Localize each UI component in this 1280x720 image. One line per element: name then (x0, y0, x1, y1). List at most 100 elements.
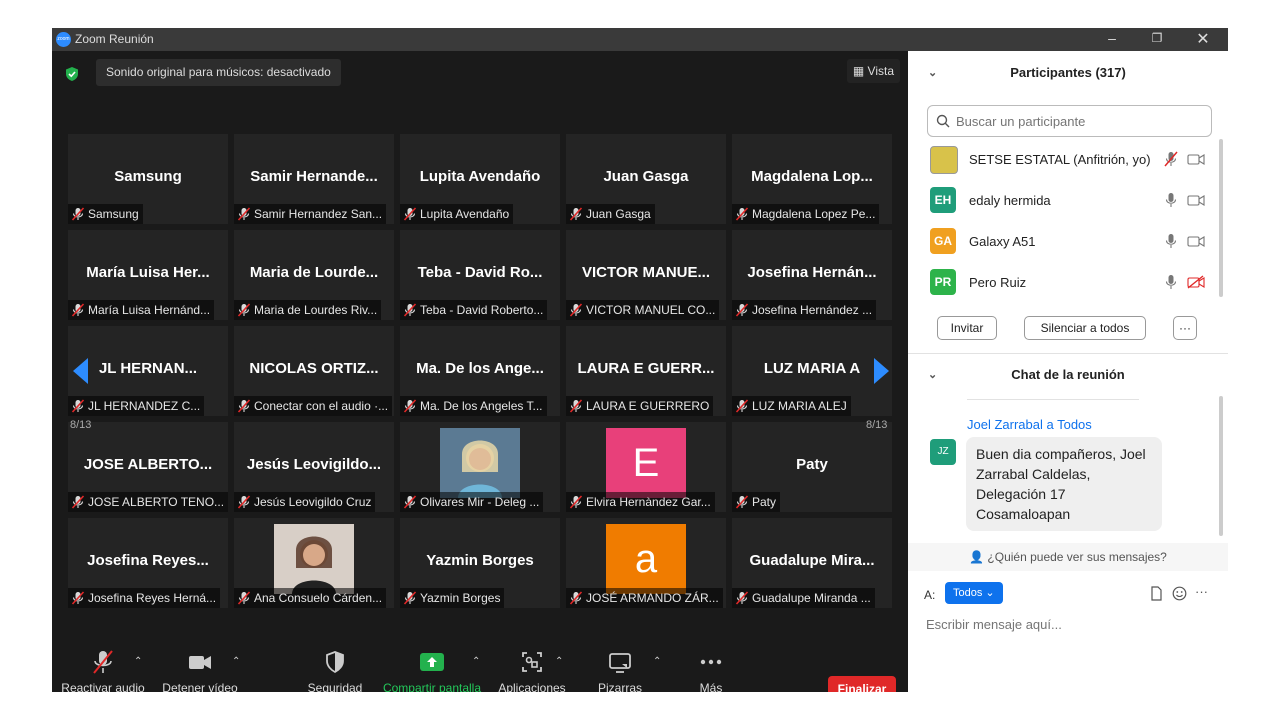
muted-mic-icon (569, 303, 583, 317)
participant-tile[interactable]: Teba - David Ro... Teba - David Roberto..… (400, 230, 560, 320)
participant-tile[interactable]: Samir Hernande... Samir Hernandez San... (234, 134, 394, 224)
participant-name: Teba - David Ro... (417, 264, 543, 281)
chat-top-divider (967, 399, 1139, 400)
participant-tile[interactable]: Josefina Reyes... Josefina Reyes Herná... (68, 518, 228, 608)
search-icon (936, 114, 950, 128)
collapse-participants-icon[interactable]: ⌄ (928, 53, 937, 93)
participant-label: JOSE ALBERTO TENO... (68, 492, 228, 512)
whiteboard-options-caret-icon[interactable]: ⌃ (653, 656, 661, 667)
stop-video-label: Detener vídeo (162, 681, 238, 692)
participant-label: LAURA E GUERRERO (566, 396, 714, 416)
participant-tile[interactable]: Lupita Avendaño Lupita Avendaño (400, 134, 560, 224)
participant-tile[interactable]: NICOLAS ORTIZ... Conectar con el audio ·.… (234, 326, 394, 416)
participant-label-text: VICTOR MANUEL CO... (586, 303, 716, 317)
video-options-caret-icon[interactable]: ⌃ (232, 656, 240, 667)
shield-check-icon[interactable] (64, 66, 80, 82)
participant-tile[interactable]: Ana Consuelo Cárden... (234, 518, 394, 608)
participant-tile[interactable]: JL HERNAN... JL HERNANDEZ C... (68, 326, 228, 416)
participant-label-text: Yazmin Borges (420, 591, 501, 605)
stop-video-button[interactable]: Detener vídeo (160, 649, 240, 692)
participant-tile[interactable]: Olivares Mir - Deleg ... (400, 422, 560, 512)
participant-tile[interactable]: Yazmin Borges Yazmin Borges (400, 518, 560, 608)
participant-list-item[interactable]: SETSE ESTATAL (Anfitrión, yo) (930, 138, 1210, 179)
participant-tile[interactable]: a JOSÉ ARMANDO ZÁR... (566, 518, 726, 608)
participant-tile[interactable]: Jesús Leovigildo... Jesús Leovigildo Cruz (234, 422, 394, 512)
participant-tile[interactable]: JOSE ALBERTO... JOSE ALBERTO TENO... (68, 422, 228, 512)
chat-scrollbar[interactable] (1219, 396, 1223, 536)
video-camera-icon (1187, 195, 1205, 206)
muted-mic-icon (71, 399, 85, 413)
participant-name: Juan Gasga (603, 168, 689, 185)
muted-mic-icon (735, 495, 749, 509)
participant-name: VICTOR MANUE... (581, 264, 711, 281)
end-meeting-button[interactable]: Finalizar (828, 676, 896, 692)
chat-message-input[interactable] (924, 613, 1218, 635)
participant-tile[interactable]: Maria de Lourde... Maria de Lourdes Riv..… (234, 230, 394, 320)
audio-options-caret-icon[interactable]: ⌃ (134, 656, 142, 667)
participant-video-frame (274, 524, 354, 594)
participant-avatar: E (606, 428, 686, 498)
next-page-arrow-icon[interactable] (870, 356, 892, 386)
file-icon[interactable] (1150, 586, 1163, 601)
view-button[interactable]: ▦ Vista (846, 59, 900, 83)
close-icon[interactable]: ✕ (1183, 29, 1223, 49)
participant-tile[interactable]: LUZ MARIA A LUZ MARIA ALEJ (732, 326, 892, 416)
participant-label: Maria de Lourdes Riv... (234, 300, 382, 320)
muted-mic-icon (735, 207, 749, 221)
participant-list-name: SETSE ESTATAL (Anfitrión, yo) (969, 152, 1151, 167)
microphone-muted-icon (93, 650, 113, 674)
participant-tile[interactable]: Magdalena Lop... Magdalena Lopez Pe... (732, 134, 892, 224)
participant-avatar: EH (930, 187, 956, 213)
participant-avatar: GA (930, 228, 956, 254)
participant-tile[interactable]: Samsung Samsung (68, 134, 228, 224)
share-options-caret-icon[interactable]: ⌃ (472, 656, 480, 667)
participant-tile[interactable]: VICTOR MANUE... VICTOR MANUEL CO... (566, 230, 726, 320)
participant-tile[interactable]: Josefina Hernán... Josefina Hernández ... (732, 230, 892, 320)
share-screen-button[interactable]: Compartir pantalla (380, 649, 484, 692)
participant-label: Jesús Leovigildo Cruz (234, 492, 376, 512)
participant-tile[interactable]: Guadalupe Mira... Guadalupe Miranda ... (732, 518, 892, 608)
participant-tile[interactable]: María Luisa Her... María Luisa Hernánd... (68, 230, 228, 320)
collapse-chat-icon[interactable]: ⌄ (928, 355, 937, 395)
participants-more-button[interactable]: ··· (1173, 316, 1197, 340)
muted-mic-icon (403, 495, 417, 509)
participant-label: Josefina Hernández ... (732, 300, 877, 320)
participant-tile[interactable]: Ma. De los Ange... Ma. De los Angeles T..… (400, 326, 560, 416)
participant-label-text: LAURA E GUERRERO (586, 399, 710, 413)
apps-options-caret-icon[interactable]: ⌃ (555, 656, 563, 667)
participant-tile[interactable]: E Elvira Hernàndez Gar... (566, 422, 726, 512)
invite-button[interactable]: Invitar (937, 316, 997, 340)
security-button[interactable]: Seguridad (300, 649, 370, 692)
zoom-window: zoom Zoom Reunión – ❐ ✕ Sonido original … (52, 28, 1228, 692)
minimize-icon[interactable]: – (1092, 30, 1132, 46)
who-can-see-link[interactable]: 👤 ¿Quién puede ver sus mensajes? (908, 543, 1228, 571)
participant-label: Lupita Avendaño (400, 204, 514, 224)
participant-tile[interactable]: Paty Paty (732, 422, 892, 512)
participant-list-item[interactable]: PR Pero Ruiz (930, 261, 1210, 302)
whiteboards-button[interactable]: Pizarras (586, 649, 654, 692)
participant-label: Josefina Reyes Herná... (68, 588, 221, 608)
participant-tile[interactable]: LAURA E GUERR... LAURA E GUERRERO (566, 326, 726, 416)
participant-name: Ma. De los Ange... (416, 360, 544, 377)
restore-icon[interactable]: ❐ (1137, 31, 1177, 45)
muted-mic-icon (71, 591, 85, 605)
more-button[interactable]: Más (688, 649, 734, 692)
title-bar: zoom Zoom Reunión – ❐ ✕ (52, 28, 1228, 51)
chat-more-button[interactable]: ··· (1195, 584, 1208, 599)
view-label: Vista (867, 64, 894, 78)
prev-page-arrow-icon[interactable] (70, 356, 92, 386)
participant-tile[interactable]: Juan Gasga Juan Gasga (566, 134, 726, 224)
participant-video-frame (440, 428, 520, 498)
recipient-dropdown[interactable]: Todos ⌄ (945, 582, 1003, 604)
participants-scrollbar[interactable] (1219, 139, 1223, 297)
search-input[interactable] (954, 106, 1208, 136)
participant-list-item[interactable]: EH edaly hermida (930, 179, 1210, 220)
share-screen-icon (420, 653, 444, 671)
emoji-icon[interactable] (1172, 586, 1187, 601)
participant-label-text: Juan Gasga (586, 207, 651, 221)
participant-search[interactable] (927, 105, 1212, 137)
more-label: Más (699, 681, 723, 692)
participant-list-item[interactable]: GA Galaxy A51 (930, 220, 1210, 261)
mute-all-button[interactable]: Silenciar a todos (1024, 316, 1146, 340)
participant-label-text: Samir Hernandez San... (254, 207, 383, 221)
